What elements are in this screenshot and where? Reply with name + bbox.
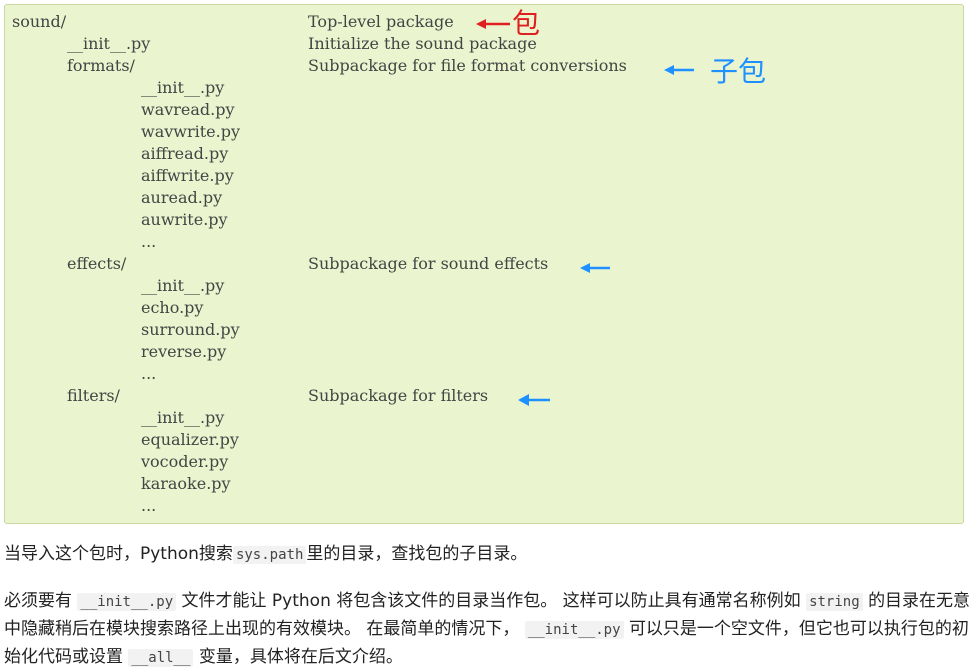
tree-entry-name: reverse.py (141, 342, 227, 361)
code-init-py-2: __init__.py (524, 621, 624, 639)
paragraph-init-py: 必须要有 __init__.py 文件才能让 Python 将包含该文件的目录当… (4, 588, 974, 672)
tree-entry-name: ... (141, 364, 157, 383)
para2-text-5: 变量，具体将在后文介绍。 (198, 647, 403, 667)
directory-tree-codeblock: sound/Top-level package __init__.py Initia… (4, 4, 964, 524)
tree-entry-name: auread.py (141, 188, 223, 207)
tree-entry-name: aiffwrite.py (141, 166, 234, 185)
tree-entry-name: aiffread.py (141, 144, 229, 163)
para2-text-1: 必须要有 (4, 591, 72, 611)
tree-entry-description: Subpackage for file format conversions (308, 56, 627, 75)
para1-text-1: 当导入这个包时，Python搜索 (4, 544, 233, 564)
tree-entry-name: __init__.py (141, 78, 225, 97)
code-string: string (806, 593, 863, 611)
tree-entry-name: __init__.py (141, 408, 225, 427)
tree-entry-name: equalizer.py (141, 430, 239, 449)
tree-entry-name: effects/ (67, 254, 127, 273)
tree-entry-name: filters/ (67, 386, 120, 405)
paragraph-sys-path: 当导入这个包时，Python搜索 sys.path 里的目录，查找包的子目录。 (4, 541, 974, 569)
tree-entry-name: karaoke.py (141, 474, 231, 493)
tree-entry-description: Initialize the sound package (308, 34, 537, 53)
package-annotation: 包 (512, 7, 541, 40)
tree-entry-name: wavread.py (141, 100, 235, 119)
code-sys-path: sys.path (232, 546, 307, 564)
subpackage-annotation: 子包 (710, 55, 767, 88)
tree-entry-description: Top-level package (308, 12, 454, 31)
subpackage-formats-arrow-icon (664, 65, 694, 75)
para2-text-2: 文件才能让 Python 将包含该文件的目录当作包。 这样可以防止具有通常名称例… (181, 591, 801, 611)
tree-entry-name: auwrite.py (141, 210, 228, 229)
tree-entry-name: __init__.py (67, 34, 151, 53)
code-all: __all__ (128, 649, 194, 667)
tree-entry-description: Subpackage for sound effects (308, 254, 549, 273)
tree-entry-name: surround.py (141, 320, 240, 339)
code-init-py: __init__.py (77, 593, 177, 611)
tree-entry-name: formats/ (67, 56, 135, 75)
tree-entry-name: ... (141, 496, 157, 515)
tree-entry-name: sound/ (12, 12, 67, 31)
para1-text-2: 里的目录，查找包的子目录。 (306, 544, 528, 564)
tree-entry-name: echo.py (141, 298, 204, 317)
tree-entry-name: ... (141, 232, 157, 251)
tree-entry-name: __init__.py (141, 276, 225, 295)
tree-entry-name: wavwrite.py (141, 122, 240, 141)
tree-entry-description: Subpackage for filters (308, 386, 489, 405)
tree-entry-name: vocoder.py (141, 452, 229, 471)
subpackage-filters-arrow-icon (518, 394, 550, 406)
subpackage-effects-arrow-icon (580, 263, 610, 273)
package-arrow-icon (476, 19, 510, 29)
